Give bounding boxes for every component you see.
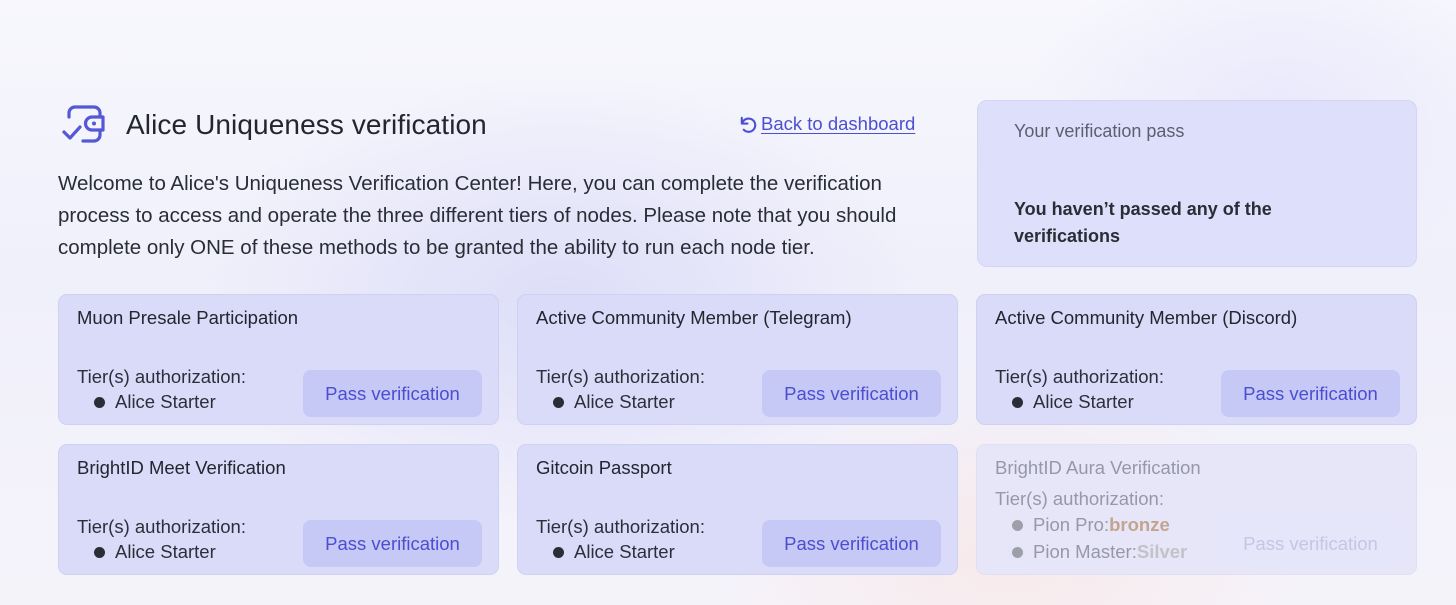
tier-list: Pion Pro:bronze Pion Master:Silver — [1012, 514, 1188, 569]
tier-level-bronze: bronze — [1109, 514, 1170, 535]
verification-card-telegram: Active Community Member (Telegram) Tier(… — [517, 294, 958, 425]
card-title: BrightID Meet Verification — [77, 457, 286, 478]
tier-name: Alice Starter — [115, 391, 216, 412]
verification-card-discord: Active Community Member (Discord) Tier(s… — [976, 294, 1417, 425]
tier-name: Alice Starter — [574, 541, 675, 562]
page-header: Alice Uniqueness verification Back to da… — [58, 100, 938, 150]
tier-label: Tier(s) authorization: — [536, 516, 705, 537]
bullet-icon — [1012, 396, 1023, 408]
pass-status-text: You haven’t passed any of the verificati… — [1014, 199, 1272, 246]
bullet-icon — [94, 546, 105, 558]
tier-label: Tier(s) authorization: — [995, 488, 1164, 509]
tier-item: Pion Master:Silver — [1012, 541, 1188, 562]
verification-card-muon-presale: Muon Presale Participation Tier(s) autho… — [58, 294, 499, 425]
pass-panel-title: Your verification pass — [1014, 121, 1185, 141]
verification-card-brightid-meet: BrightID Meet Verification Tier(s) autho… — [58, 444, 499, 575]
tier-name: Pion Pro: — [1033, 514, 1110, 535]
card-title: BrightID Aura Verification — [995, 457, 1201, 478]
tier-label: Tier(s) authorization: — [995, 366, 1164, 387]
back-to-dashboard-link[interactable]: Back to dashboard — [738, 113, 915, 135]
pass-verification-button-disabled: Pass verification — [1221, 520, 1400, 567]
tier-item: Pion Pro:bronze — [1012, 514, 1187, 535]
intro-text: Welcome to Alice's Uniqueness Verificati… — [58, 172, 897, 259]
bullet-icon — [94, 396, 105, 408]
tier-list: Alice Starter — [553, 541, 675, 569]
pass-verification-button[interactable]: Pass verification — [1221, 370, 1400, 417]
card-title: Active Community Member (Telegram) — [536, 307, 852, 328]
bullet-icon — [553, 396, 564, 408]
pass-verification-button[interactable]: Pass verification — [303, 520, 482, 567]
pass-verification-button[interactable]: Pass verification — [762, 520, 941, 567]
tier-item: Alice Starter — [553, 541, 675, 562]
card-title: Gitcoin Passport — [536, 457, 672, 478]
undo-arrow-icon — [740, 116, 757, 133]
tier-name: Alice Starter — [115, 541, 216, 562]
tier-item: Alice Starter — [553, 391, 675, 412]
bullet-icon — [553, 546, 564, 558]
tier-name: Alice Starter — [574, 391, 675, 412]
bullet-icon — [1012, 546, 1023, 558]
tier-list: Alice Starter — [94, 541, 216, 569]
verification-pass-panel: Your verification pass You haven’t passe… — [977, 100, 1417, 267]
tier-label: Tier(s) authorization: — [536, 366, 705, 387]
back-link-label: Back to dashboard — [761, 113, 916, 134]
verification-card-brightid-aura: BrightID Aura Verification Tier(s) autho… — [976, 444, 1417, 575]
tier-label: Tier(s) authorization: — [77, 366, 246, 387]
tier-level-silver: Silver — [1136, 541, 1188, 562]
verification-card-gitcoin: Gitcoin Passport Tier(s) authorization: … — [517, 444, 958, 575]
tier-item: Alice Starter — [94, 391, 216, 412]
tier-label: Tier(s) authorization: — [77, 516, 246, 537]
card-title: Active Community Member (Discord) — [995, 307, 1298, 328]
card-title: Muon Presale Participation — [77, 307, 299, 328]
tier-list: Alice Starter — [553, 391, 675, 419]
tier-name: Pion Master: — [1033, 541, 1137, 562]
tier-list: Alice Starter — [1012, 391, 1134, 419]
wallet-check-icon — [62, 105, 105, 143]
pass-verification-button[interactable]: Pass verification — [762, 370, 941, 417]
page-title: Alice Uniqueness verification — [126, 109, 487, 140]
tier-name: Alice Starter — [1033, 391, 1134, 412]
tier-list: Alice Starter — [94, 391, 216, 419]
tier-item: Alice Starter — [1012, 391, 1134, 412]
tier-item: Alice Starter — [94, 541, 216, 562]
bullet-icon — [1012, 519, 1023, 531]
pass-verification-button[interactable]: Pass verification — [303, 370, 482, 417]
